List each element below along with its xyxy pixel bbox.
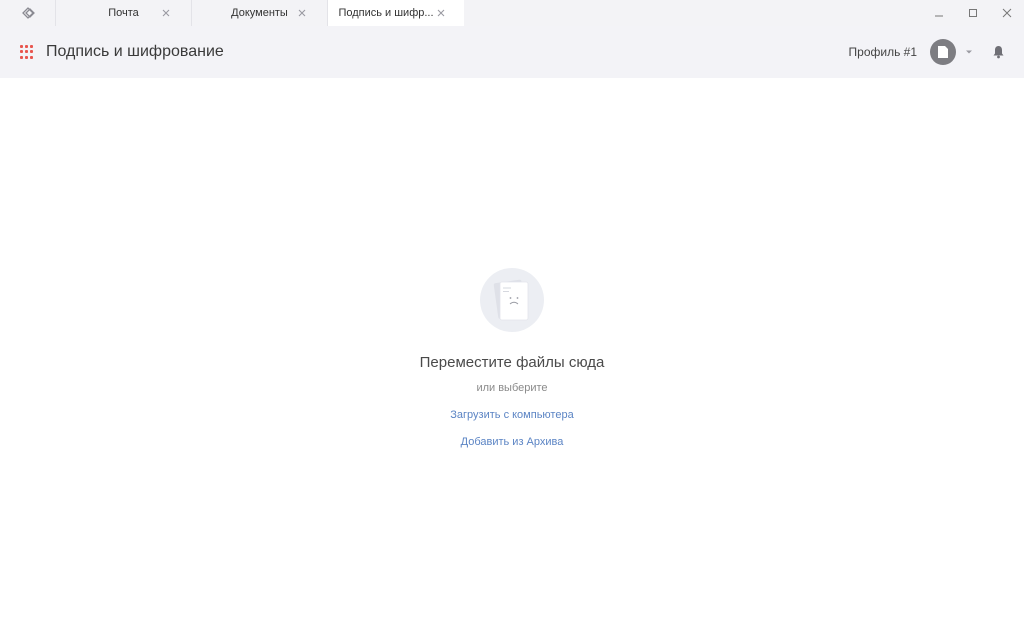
archive-link-row: Добавить из Архива	[0, 436, 1024, 448]
window-close-icon[interactable]	[990, 0, 1024, 26]
minimize-icon[interactable]	[922, 0, 956, 26]
document-avatar-icon	[938, 46, 948, 58]
upload-link-row: Загрузить с компьютера	[0, 409, 1024, 421]
tab-sign-encrypt[interactable]: Подпись и шифр...	[328, 0, 464, 26]
drop-title: Переместите файлы сюда	[419, 354, 605, 371]
sad-document-icon	[479, 267, 545, 333]
tab-mail[interactable]: Почта	[56, 0, 192, 26]
add-from-archive-link[interactable]: Добавить из Архива	[461, 436, 564, 448]
window-controls	[922, 0, 1024, 26]
titlebar-drag-area[interactable]	[464, 0, 922, 26]
tab-mail-label: Почта	[108, 7, 139, 19]
close-icon[interactable]	[295, 6, 309, 20]
window-titlebar: Почта Документы Подпись и шифр...	[0, 0, 1024, 26]
page-title: Подпись и шифрование	[46, 43, 224, 60]
close-icon[interactable]	[159, 6, 173, 20]
app-header: Подпись и шифрование Профиль #1	[0, 26, 1024, 78]
tab-documents[interactable]: Документы	[192, 0, 328, 26]
apps-grid-icon[interactable]	[20, 45, 34, 59]
bell-icon[interactable]	[990, 44, 1006, 60]
upload-from-computer-link[interactable]: Загрузить с компьютера	[450, 409, 573, 421]
avatar[interactable]	[930, 39, 956, 65]
maximize-icon[interactable]	[956, 0, 990, 26]
file-drop-zone[interactable]: Переместите файлы сюда или выберите Загр…	[0, 78, 1024, 637]
tab-documents-label: Документы	[231, 7, 288, 19]
chevron-down-icon[interactable]	[964, 47, 974, 57]
drop-subtitle: или выберите	[476, 382, 548, 394]
app-logo-icon[interactable]	[0, 0, 56, 26]
tab-sign-encrypt-label: Подпись и шифр...	[338, 7, 434, 19]
close-icon[interactable]	[434, 6, 448, 20]
profile-name[interactable]: Профиль #1	[849, 45, 917, 59]
